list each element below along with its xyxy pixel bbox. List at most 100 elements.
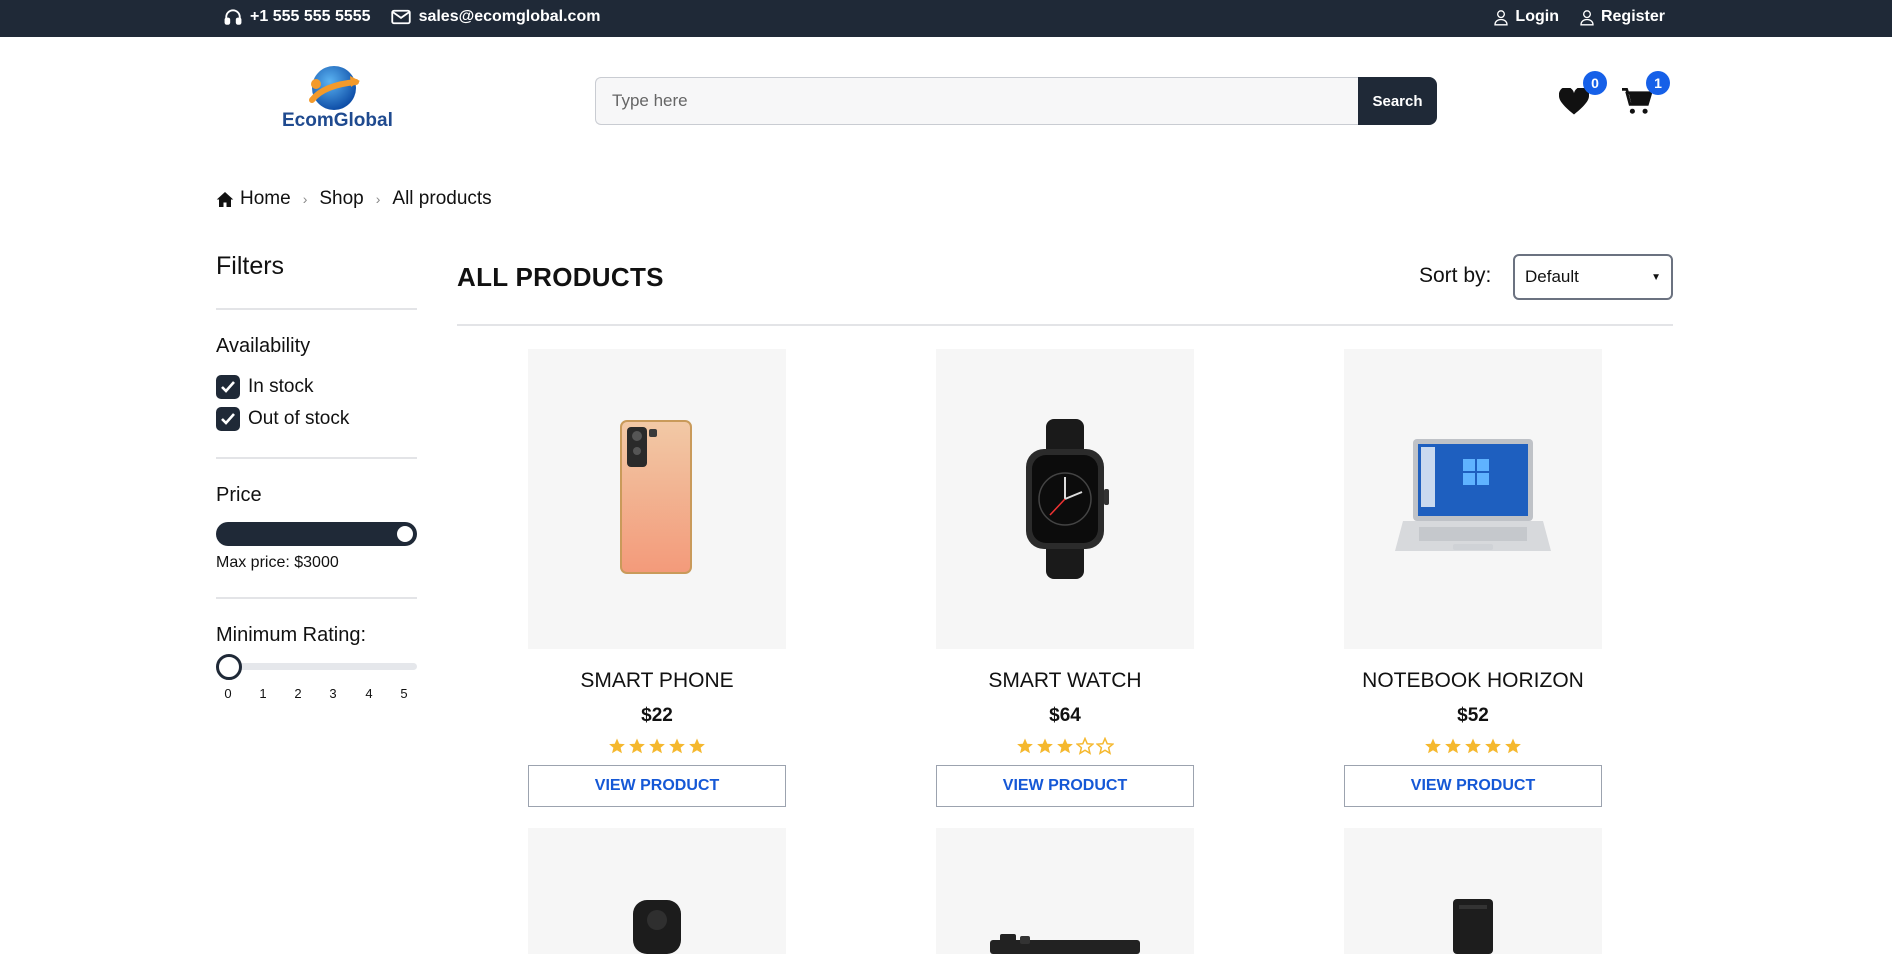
availability-title: Availability [216,335,311,357]
divider [216,308,417,310]
smartphone-image [620,420,692,574]
divider [216,597,417,599]
product-price: $64 [1049,705,1081,726]
heart-icon [1559,88,1589,115]
divider [216,457,417,459]
register-link[interactable]: Register [1579,8,1665,26]
out-of-stock-label: Out of stock [248,408,350,429]
minimum-rating-title: Minimum Rating: [216,624,367,646]
view-product-button[interactable]: VIEW PRODUCT [528,765,786,807]
product-image[interactable] [936,349,1194,649]
blender-image [1453,899,1493,954]
sort-selected-value: Default [1525,267,1579,286]
product-image[interactable] [528,349,786,649]
rating-tick-labels: 0 1 2 3 4 5 [216,686,417,702]
electric-shaver-image [633,900,681,954]
top-bar: +1 555 555 5555 sales@ecomglobal.com Log… [0,0,1892,37]
product-card [528,828,786,954]
breadcrumb-home-label: Home [240,188,291,209]
chevron-right-icon: › [375,191,381,207]
logo-text: EcomGlobal [282,110,393,131]
star-empty-icon [1076,737,1094,755]
chevron-right-icon: › [302,191,308,207]
view-product-button[interactable]: VIEW PRODUCT [936,765,1194,807]
cart-button[interactable]: 1 [1620,71,1670,121]
wishlist-count-badge: 0 [1583,71,1607,95]
rating-tick: 1 [259,686,267,701]
product-card: SMART WATCH $64 VIEW PRODUCT [936,349,1194,807]
product-image[interactable] [1344,828,1602,954]
breadcrumb-current-label: All products [392,188,492,209]
home-icon [216,191,234,207]
product-price: $22 [641,705,673,726]
star-filled-icon [1445,738,1461,754]
star-filled-icon [1485,738,1501,754]
phone-contact[interactable]: +1 555 555 5555 [224,8,371,26]
product-rating [528,737,786,757]
sort-select[interactable]: Default ▼ [1513,254,1673,300]
breadcrumb-shop-label: Shop [319,188,364,209]
divider [457,324,1673,326]
star-filled-icon [1465,738,1481,754]
product-image[interactable] [528,828,786,954]
filters-sidebar: Filters Availability In stock Out of sto… [216,252,417,702]
star-filled-icon [649,738,665,754]
camera-image [990,934,1140,954]
rating-slider-handle[interactable] [216,654,242,680]
breadcrumb-shop[interactable]: Shop [319,188,363,210]
smartwatch-image [1026,419,1109,579]
rating-tick: 2 [294,686,302,701]
sort-label: Sort by: [1419,264,1492,287]
product-rating [1344,737,1602,757]
star-filled-icon [629,738,645,754]
star-filled-icon [689,738,705,754]
star-filled-icon [609,738,625,754]
price-title: Price [216,484,262,506]
breadcrumb-all-products: All products [392,188,491,210]
star-filled-icon [1037,738,1053,754]
search-button[interactable]: Search [1358,77,1437,125]
auth-links: Login Register [1493,8,1665,26]
product-card: SMART PHONE $22 VIEW PRODUCT [528,349,786,807]
product-image[interactable] [1344,349,1602,649]
shopping-cart-icon [1622,88,1652,114]
rating-tick: 3 [329,686,337,701]
site-logo[interactable]: EcomGlobal [216,56,450,166]
user-icon [1493,9,1509,26]
product-name[interactable]: SMART PHONE [528,669,786,695]
star-filled-icon [669,738,685,754]
out-of-stock-checkbox[interactable]: Out of stock [216,403,417,435]
rating-tick: 0 [224,686,232,701]
product-name[interactable]: SMART WATCH [936,669,1194,695]
cart-count-badge: 1 [1646,71,1670,95]
product-image[interactable] [936,828,1194,954]
star-filled-icon [1425,738,1441,754]
wishlist-button[interactable]: 0 [1557,71,1607,121]
checkmark-icon [216,375,240,399]
search-input[interactable] [595,77,1358,125]
email-contact[interactable]: sales@ecomglobal.com [390,8,600,26]
price-slider[interactable] [216,522,417,546]
login-label: Login [1515,8,1559,25]
in-stock-checkbox[interactable]: In stock [216,371,417,403]
search-bar: Search [595,77,1437,125]
contact-info: +1 555 555 5555 sales@ecomglobal.com [224,8,600,26]
rating-slider[interactable] [216,654,417,680]
max-price-label: Max price: $3000 [216,554,339,571]
breadcrumb: Home › Shop › All products [216,188,492,210]
breadcrumb-home[interactable]: Home [216,188,291,210]
view-product-button[interactable]: VIEW PRODUCT [1344,765,1602,807]
envelope-icon [390,9,411,25]
price-slider-track [216,522,417,546]
rating-slider-track [216,663,417,670]
product-card [1344,828,1602,954]
product-card [936,828,1194,954]
headphones-icon [224,8,242,26]
product-name[interactable]: NOTEBOOK HORIZON [1344,669,1602,695]
price-slider-handle[interactable] [394,523,416,545]
login-link[interactable]: Login [1493,8,1559,26]
star-filled-icon [1017,738,1033,754]
user-icon [1579,9,1595,26]
filters-title: Filters [216,252,285,280]
laptop-image [1395,439,1551,551]
